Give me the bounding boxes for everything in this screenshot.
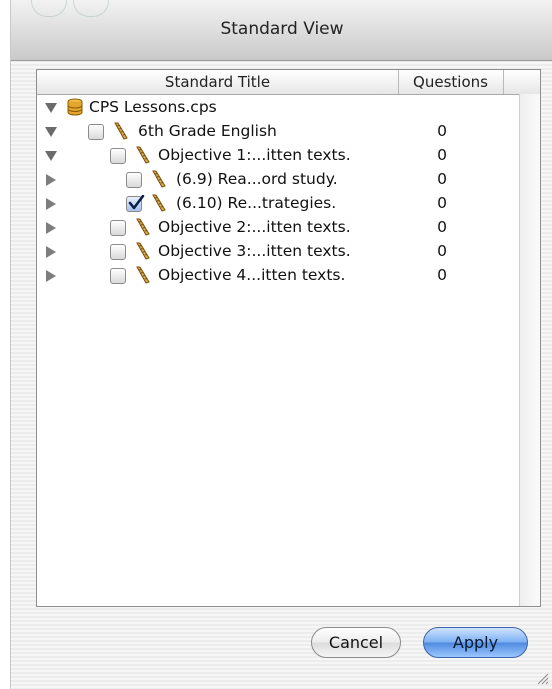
disclosure-triangle-collapsed-icon[interactable] [45, 222, 56, 234]
disclosure-triangle-collapsed-icon[interactable] [45, 174, 56, 186]
tree-row-label: Objective 1:...itten texts. [158, 146, 351, 164]
vertical-scrollbar[interactable] [519, 94, 540, 606]
ruler-icon [152, 194, 166, 212]
disclosure-triangle-collapsed-icon[interactable] [45, 198, 56, 210]
disclosure-triangle-expanded-icon[interactable] [45, 126, 57, 137]
ruler-icon [152, 170, 166, 188]
ruler-icon [114, 122, 128, 140]
tree-row-objective[interactable]: Objective 3:...itten texts. 0 [37, 239, 520, 263]
row-checkbox[interactable] [110, 244, 126, 260]
tree-row-label: Objective 4...itten texts. [158, 266, 346, 284]
ruler-icon [136, 146, 150, 164]
tree-row-objective[interactable]: Objective 1:...itten texts. 0 [37, 143, 520, 167]
tree-row-subject[interactable]: 6th Grade English 0 [37, 119, 520, 143]
tree-row-standard[interactable]: (6.10) Re...trategies. 0 [37, 191, 520, 215]
column-header-title[interactable]: Standard Title [37, 70, 399, 94]
standards-tree: Standard Title Questions CPS Lessons.cps… [36, 69, 541, 607]
disclosure-triangle-collapsed-icon[interactable] [45, 246, 56, 258]
tree-row-label: (6.9) Rea...ord study. [176, 170, 338, 188]
checkmark-icon [128, 195, 145, 210]
disclosure-triangle-expanded-icon[interactable] [45, 150, 57, 161]
row-checkbox[interactable] [110, 220, 126, 236]
title-decoration [31, 0, 151, 17]
ruler-icon [136, 218, 150, 236]
row-checkbox[interactable] [110, 268, 126, 284]
row-checkbox[interactable] [88, 124, 104, 140]
tree-row-label: 6th Grade English [138, 122, 277, 140]
row-checkbox[interactable] [110, 148, 126, 164]
tree-row-label: (6.10) Re...trategies. [176, 194, 337, 212]
row-checkbox[interactable] [126, 172, 142, 188]
row-checkbox-checked[interactable] [126, 195, 145, 212]
question-count: 0 [437, 266, 447, 284]
tree-row-objective[interactable]: Objective 4...itten texts. 0 [37, 263, 520, 287]
standard-view-window: Standard View Standard Title Questions C… [10, 0, 552, 689]
title-bar[interactable]: Standard View [11, 0, 552, 61]
question-count: 0 [437, 242, 447, 260]
ruler-icon [136, 266, 150, 284]
tree-row-objective[interactable]: Objective 2:...itten texts. 0 [37, 215, 520, 239]
disclosure-triangle-collapsed-icon[interactable] [45, 270, 56, 282]
tree-row-label: Objective 3:...itten texts. [158, 242, 351, 260]
cancel-button[interactable]: Cancel [311, 627, 401, 658]
tree-row-standard[interactable]: (6.9) Rea...ord study. 0 [37, 167, 520, 191]
tree-row-label: Objective 2:...itten texts. [158, 218, 351, 236]
disclosure-triangle-expanded-icon[interactable] [45, 102, 57, 113]
column-header-row: Standard Title Questions [37, 70, 540, 95]
question-count: 0 [437, 194, 447, 212]
column-header-questions[interactable]: Questions [398, 70, 504, 94]
tree-row-label: CPS Lessons.cps [89, 98, 217, 116]
ruler-icon [136, 242, 150, 260]
question-count: 0 [437, 218, 447, 236]
question-count: 0 [437, 146, 447, 164]
resize-grip-icon[interactable] [535, 671, 549, 685]
tree-row-root[interactable]: CPS Lessons.cps [37, 95, 520, 119]
apply-button[interactable]: Apply [423, 627, 528, 658]
question-count: 0 [437, 122, 447, 140]
window-title: Standard View [220, 19, 344, 39]
database-icon [67, 98, 83, 116]
question-count: 0 [437, 170, 447, 188]
